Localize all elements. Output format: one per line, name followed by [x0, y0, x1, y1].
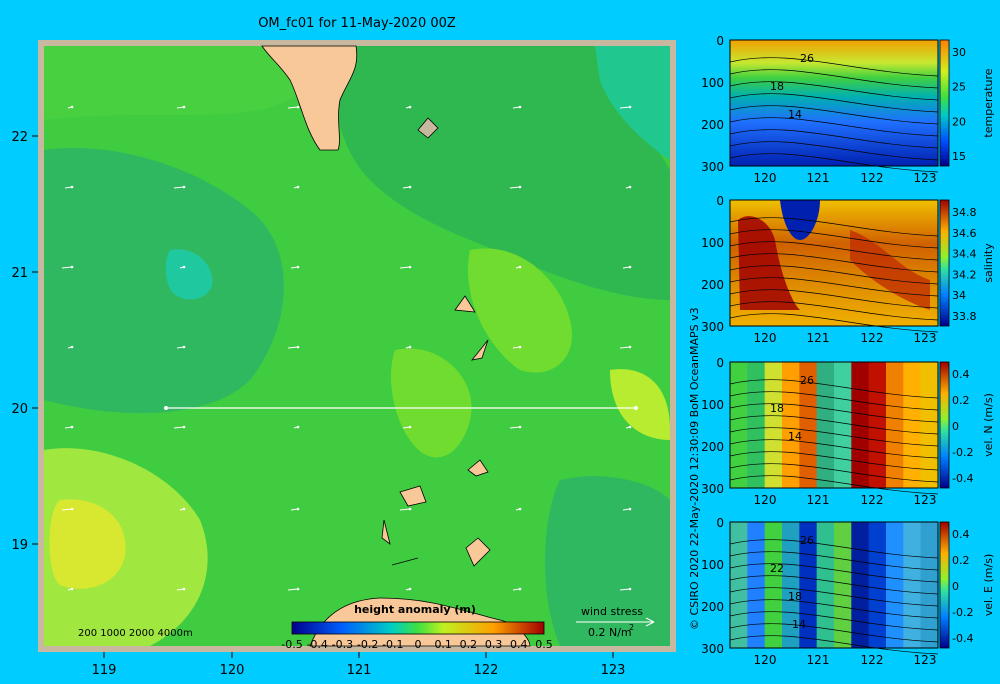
colorbar-tick: -0.1 [382, 638, 403, 651]
colorbar-tick: 0.4 [952, 368, 970, 381]
colorbar-tick: 33.8 [952, 310, 977, 323]
colorbar-tick: 0 [415, 638, 422, 651]
section-panels: 2618140100200300120 121 122 12330252015temp… [701, 34, 995, 667]
lon-tick-label: 121 [807, 331, 830, 345]
depth-tick-label: 100 [701, 76, 724, 90]
panel-colorbar [939, 521, 950, 649]
colorbar-tick: 0.2 [952, 554, 970, 567]
bathymetry-legend: 200 1000 2000 4000m [78, 628, 193, 639]
colorbar-title: height anomaly (m) [354, 603, 476, 616]
lon-tick-label: 121 [807, 171, 830, 185]
section-panel-vel-e: 262218140100200300120 121 122 1230.40.20-0.… [701, 516, 995, 667]
colorbar-tick: 0.3 [485, 638, 503, 651]
colorbar-tick: 34.4 [952, 248, 977, 261]
lon-tick-label: 121 [807, 493, 830, 507]
colorbar-label: vel. E (m/s) [982, 554, 995, 617]
credit-side-label: © CSIRO 2020 22-May-2020 12:30:09 BoM Oc… [688, 307, 701, 630]
map-lon-axis: 119 120 121 122 123 [92, 652, 626, 678]
lat-tick-label: 21 [11, 266, 28, 281]
lon-tick-label: 123 [601, 663, 626, 678]
map-lat-axis: 22 21 20 19 [11, 130, 38, 553]
colorbar-tick: 34.2 [952, 268, 977, 281]
colorbar-tick: 30 [952, 46, 966, 59]
colorbar-tick: 0.2 [952, 394, 970, 407]
svg-text:2: 2 [629, 623, 634, 632]
depth-tick-label: 300 [701, 642, 724, 656]
colorbar-tick: 0.4 [510, 638, 528, 651]
colorbar-tick: -0.4 [952, 472, 973, 485]
lon-tick-label: 122 [861, 331, 884, 345]
lon-tick-label: 120 [754, 171, 777, 185]
lon-tick-label: 122 [861, 171, 884, 185]
svg-text:wind stress: wind stress [581, 605, 643, 618]
colorbar-tick: 34.6 [952, 227, 977, 240]
colorbar-tick: -0.5 [281, 638, 302, 651]
contour-label: 26 [800, 52, 814, 65]
forecast-figure: OM_fc01 for 11-May-2020 00Z 119 120 121 122… [0, 0, 1000, 680]
lon-tick-label: 122 [474, 663, 499, 678]
colorbar-tick: 0 [952, 580, 959, 593]
panel-colorbar [939, 361, 950, 489]
lon-tick-label: 120 [754, 331, 777, 345]
section-panel-temperature: 2618140100200300120 121 122 12330252015temp… [701, 34, 995, 185]
lon-tick-label: 121 [807, 653, 830, 667]
colorbar-tick: 34 [952, 289, 966, 302]
lon-tick-label: 123 [914, 171, 937, 185]
contour-label: 18 [770, 80, 784, 93]
lon-tick-label: 119 [92, 663, 117, 678]
section-panel-salinity: 0100200300120 121 122 12334.834.634.434.234… [701, 194, 995, 345]
colorbar-tick: 0.1 [434, 638, 452, 651]
colorbar-label: vel. N (m/s) [982, 393, 995, 457]
lon-tick-label: 122 [861, 493, 884, 507]
contour-label: 14 [788, 430, 802, 443]
colorbar-tick: 34.8 [952, 206, 977, 219]
lat-tick-label: 22 [11, 130, 28, 145]
colorbar-tick: -0.4 [306, 638, 327, 651]
contour-label: 14 [792, 618, 806, 631]
colorbar-tick: -0.3 [332, 638, 353, 651]
depth-tick-label: 0 [716, 194, 724, 208]
lon-tick-label: 120 [220, 663, 245, 678]
colorbar-label: salinity [982, 243, 995, 283]
lon-tick-label: 120 [754, 493, 777, 507]
contour-label: 18 [770, 402, 784, 415]
colorbar-tick: 0.4 [952, 528, 970, 541]
depth-tick-label: 0 [716, 34, 724, 48]
contour-label: 26 [800, 534, 814, 547]
contour-label: 26 [800, 374, 814, 387]
colorbar-tick: 25 [952, 81, 966, 94]
depth-tick-label: 0 [716, 516, 724, 530]
lon-tick-label: 120 [754, 653, 777, 667]
colorbar-tick: -0.2 [952, 446, 973, 459]
colorbar-label: temperature [982, 68, 995, 137]
lon-tick-label: 123 [914, 653, 937, 667]
colorbar-tick: 15 [952, 150, 966, 163]
lon-tick-label: 122 [861, 653, 884, 667]
contour-label: 14 [788, 108, 802, 121]
lat-tick-label: 19 [11, 538, 28, 553]
panel-colorbar [939, 39, 950, 167]
lon-tick-label: 123 [914, 331, 937, 345]
colorbar-tick: -0.2 [952, 606, 973, 619]
height-anomaly-field [44, 46, 670, 646]
colorbar-tick: 0 [952, 420, 959, 433]
colorbar-tick: 20 [952, 115, 966, 128]
lon-tick-label: 123 [914, 493, 937, 507]
contour-label: 18 [788, 590, 802, 603]
depth-tick-label: 0 [716, 356, 724, 370]
lon-tick-label: 121 [347, 663, 372, 678]
panel-colorbar [939, 199, 950, 327]
lat-tick-label: 20 [11, 402, 28, 417]
figure-canvas: OM_fc01 for 11-May-2020 00Z 119 120 121 122… [11, 16, 995, 678]
contour-label: 22 [770, 562, 784, 575]
figure-title: OM_fc01 for 11-May-2020 00Z [258, 16, 456, 31]
colorbar-tick: 0.5 [535, 638, 553, 651]
svg-text:0.2 N/m: 0.2 N/m [588, 626, 632, 639]
colorbar-tick: -0.4 [952, 632, 973, 645]
section-panel-vel-n: 2618140100200300120 121 122 1230.40.20-0.2-… [701, 356, 995, 507]
colorbar-tick: 0.2 [460, 638, 478, 651]
colorbar-tick: -0.2 [357, 638, 378, 651]
